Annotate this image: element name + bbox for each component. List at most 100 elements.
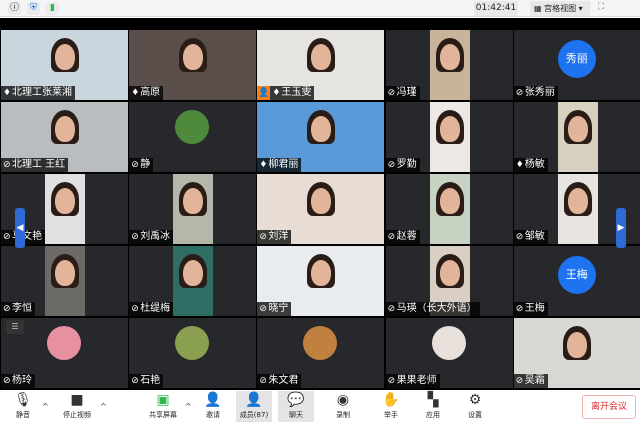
name-tag: ⊘晓宁 <box>257 302 292 316</box>
participant-name: 罗勤 <box>396 159 417 170</box>
apps-button[interactable]: ▚ 应用 <box>420 391 446 422</box>
share-options-caret[interactable]: ^ <box>185 402 192 411</box>
participants-label: 成员(87) <box>239 411 269 419</box>
add-user-icon: 👤 <box>204 392 222 408</box>
raise-hand-label: 举手 <box>384 411 398 419</box>
name-tag: ⊘石艳 <box>129 374 164 388</box>
video-feed <box>173 246 214 316</box>
microphone-muted-icon: ⊘ <box>387 376 396 386</box>
microphone-muted-icon: ⊘ <box>131 304 139 314</box>
hand-icon: ✋ <box>382 392 400 408</box>
list-icon[interactable]: ☰ <box>6 320 24 334</box>
participant-name: 李恒 <box>12 303 32 314</box>
participant-tile[interactable]: 👤 ♦王玉雯 <box>257 30 385 100</box>
video-feed <box>429 30 470 100</box>
settings-button[interactable]: ⚙ 设置 <box>462 391 488 422</box>
participant-tile[interactable]: ♦杨敏 <box>513 102 640 172</box>
participant-name: 吴霜 <box>524 375 545 386</box>
record-button[interactable]: ◉ 录制 <box>330 391 356 422</box>
participant-tile[interactable]: ⊘石艳 <box>129 318 257 388</box>
participant-tile[interactable]: ⊘李恒 <box>1 246 128 316</box>
name-tag: ⊘赵蓉 <box>385 230 420 244</box>
camera-icon: ■ <box>70 392 84 408</box>
invite-button[interactable]: 👤 邀请 <box>199 391 227 422</box>
participant-name: 王梅 <box>524 303 545 314</box>
name-tag: ⊘罗勤 <box>385 158 420 172</box>
name-tag: ⊘李恒 <box>1 302 35 316</box>
chat-button[interactable]: 💬 聊天 <box>278 391 314 422</box>
participant-tile[interactable]: ⊘杜缇梅 <box>129 246 257 316</box>
name-tag: ⊘吴霜 <box>513 374 548 388</box>
participant-tile[interactable]: ⊘北理工 王红 <box>1 102 128 172</box>
participant-tile[interactable]: ⊘晓宁 <box>257 246 385 316</box>
name-tag: ⊘张秀丽 <box>513 86 558 100</box>
participant-name: 邹敏 <box>524 231 545 242</box>
participant-tile[interactable]: ⊘罗勤 <box>385 102 513 172</box>
participant-name: 杨玲 <box>12 375 32 386</box>
name-tag: ⊘北理工 王红 <box>1 158 69 172</box>
participant-tile[interactable]: ⊘静 <box>129 102 257 172</box>
participant-tile[interactable]: ⊘刘禹冰 <box>129 174 257 244</box>
name-tag: ⊘王梅 <box>513 302 548 316</box>
participant-tile[interactable]: ♦高原 <box>129 30 257 100</box>
name-tag: ⊘冯瑾 <box>385 86 420 100</box>
shield-icon[interactable]: ⛨ <box>27 2 40 15</box>
participant-tile[interactable]: ♦柳君丽 <box>257 102 385 172</box>
name-tag: ♦杨敏 <box>513 158 548 172</box>
signal-icon[interactable]: ▮ <box>46 2 59 15</box>
avatar <box>47 326 81 360</box>
participant-name: 北理工张莱湘 <box>12 87 72 98</box>
name-tag: ♦北理工张莱湘 <box>1 86 75 100</box>
microphone-muted-icon: ⊘ <box>387 304 396 314</box>
participant-tile[interactable]: ⊘赵蓉 <box>385 174 513 244</box>
avatar <box>175 326 210 360</box>
raise-hand-button[interactable]: ✋ 举手 <box>378 391 404 422</box>
avatar <box>303 326 338 360</box>
next-page-button[interactable]: ▶ <box>616 208 626 248</box>
participant-tile[interactable]: ⊘马瑛（长大外语） <box>385 246 513 316</box>
stop-video-label: 停止视频 <box>63 411 91 419</box>
name-tag: ⊘朱文君 <box>257 374 302 388</box>
participant-name: 石艳 <box>140 375 161 386</box>
previous-page-button[interactable]: ◀ <box>15 208 25 248</box>
info-icon[interactable]: ⓘ <box>8 2 21 15</box>
microphone-muted-icon: ⊘ <box>131 232 139 242</box>
participant-name: 晓宁 <box>268 303 289 314</box>
chevron-down-icon: ▾ <box>578 4 583 13</box>
stop-video-button[interactable]: ■ 停止视频 <box>56 391 98 422</box>
participant-tile[interactable]: ⊘吴霜 <box>513 318 640 388</box>
host-icon: 👤 <box>257 86 271 100</box>
participant-name: 朱文君 <box>268 375 299 386</box>
video-options-caret[interactable]: ^ <box>100 402 107 411</box>
view-switcher[interactable]: ▦ 宫格视图 ▾ <box>530 1 590 16</box>
participant-tile[interactable]: ⊘冯瑾 <box>385 30 513 100</box>
fullscreen-icon[interactable]: ⛶ <box>598 2 604 12</box>
participant-tile[interactable]: ⊘朱文君 <box>257 318 385 388</box>
microphone-muted-icon: ⊘ <box>515 232 524 242</box>
name-tag: ⊘杨玲 <box>1 374 35 388</box>
name-tag: ♦高原 <box>129 86 164 100</box>
participant-tile[interactable]: ⊘刘洋 <box>257 174 385 244</box>
microphone-muted-icon: ⊘ <box>387 232 396 242</box>
share-screen-icon: ▣ <box>156 392 170 408</box>
name-tag: ⊘刘禹冰 <box>129 230 174 244</box>
participant-tile[interactable]: ⊘果果老师 <box>385 318 513 388</box>
participant-name: 高原 <box>140 87 161 98</box>
participant-name: 刘禹冰 <box>140 231 171 242</box>
microphone-icon: ♦ <box>3 88 12 98</box>
participants-button[interactable]: 👤 成员(87) <box>236 391 272 422</box>
participant-name: 静 <box>140 159 151 170</box>
mute-button[interactable]: 🎙 静音 <box>8 391 38 422</box>
leave-meeting-button[interactable]: 离开会议 <box>582 395 636 419</box>
participant-tile[interactable]: 王梅 ⊘王梅 <box>513 246 640 316</box>
share-screen-button[interactable]: ▣ 共享屏幕 <box>145 391 181 422</box>
name-tag: ⊘刘洋 <box>257 230 292 244</box>
video-feed <box>429 102 470 172</box>
participant-tile[interactable]: ♦北理工张莱湘 <box>1 30 128 100</box>
participant-name: 北理工 王红 <box>12 159 66 170</box>
participant-tile[interactable]: 秀丽 ⊘张秀丽 <box>513 30 640 100</box>
video-feed <box>557 174 598 244</box>
avatar <box>175 110 210 144</box>
name-tag: ⊘果果老师 <box>385 374 440 388</box>
audio-options-caret[interactable]: ^ <box>42 402 49 411</box>
